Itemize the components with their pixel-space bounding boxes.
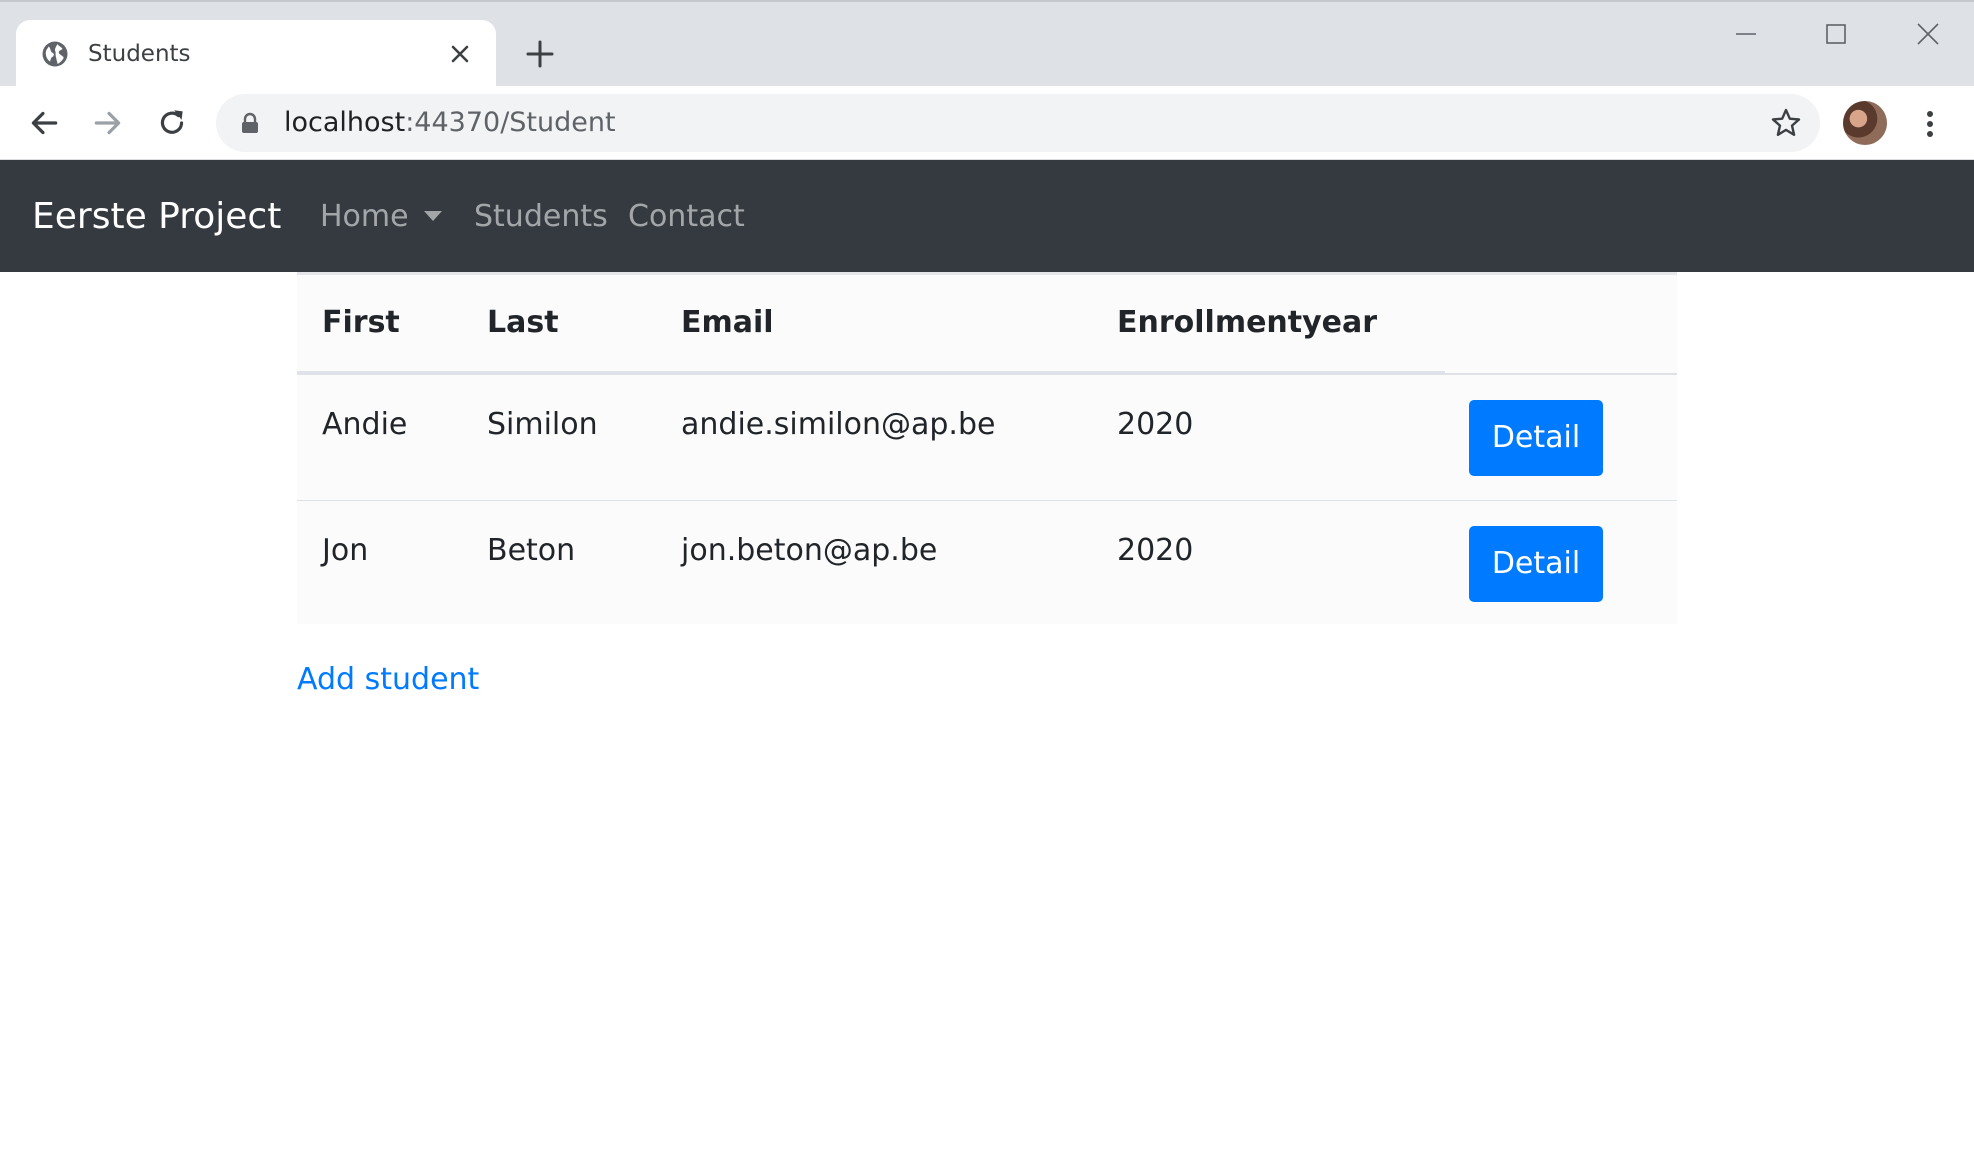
cell-last: Beton (487, 533, 576, 568)
table-row: Andie Similon andie.similon@ap.be 2020 D… (297, 375, 1677, 501)
url-text[interactable]: localhost:44370/Student (284, 107, 616, 139)
browser-tab[interactable]: Students (16, 20, 496, 88)
table-header-row: First Last Email Enrollmentyear (297, 275, 1677, 375)
minimize-icon[interactable] (1732, 20, 1760, 48)
window-close-icon[interactable] (1914, 20, 1942, 48)
cell-first: Andie (322, 407, 408, 442)
address-bar[interactable]: localhost:44370/Student (216, 94, 1820, 152)
cell-enrollmentyear: 2020 (1117, 407, 1194, 442)
maximize-icon[interactable] (1822, 20, 1850, 48)
site-navbar: Eerste Project Home Students Contact (0, 160, 1974, 272)
nav-link-students[interactable]: Students (474, 198, 608, 236)
arrow-right-icon[interactable] (91, 106, 125, 140)
detail-button[interactable]: Detail (1469, 400, 1603, 476)
navbar-brand[interactable]: Eerste Project (32, 195, 281, 239)
tab-title: Students (88, 41, 191, 67)
header-enrollmentyear: Enrollmentyear (1117, 305, 1378, 340)
add-student-link[interactable]: Add student (297, 660, 479, 700)
header-first: First (322, 305, 400, 340)
globe-icon (42, 41, 68, 67)
browser-tabstrip: Students (0, 0, 1974, 88)
chevron-down-icon[interactable] (424, 211, 442, 221)
arrow-left-icon[interactable] (27, 106, 61, 140)
students-table: First Last Email Enrollmentyear Andie Si… (297, 272, 1677, 624)
table-row: Jon Beton jon.beton@ap.be 2020 Detail (297, 501, 1677, 627)
nav-link-home[interactable]: Home (320, 198, 409, 236)
detail-button[interactable]: Detail (1469, 526, 1603, 602)
cell-first: Jon (322, 533, 369, 568)
cell-email: andie.similon@ap.be (681, 407, 996, 442)
header-email: Email (681, 305, 774, 340)
star-icon[interactable] (1770, 107, 1802, 139)
reload-icon[interactable] (155, 106, 189, 140)
url-host: localhost (284, 107, 406, 138)
header-last: Last (487, 305, 559, 340)
url-path: :44370/Student (405, 107, 616, 138)
nav-link-contact[interactable]: Contact (628, 198, 745, 236)
cell-email: jon.beton@ap.be (681, 533, 938, 568)
browser-toolbar: localhost:44370/Student (0, 86, 1974, 160)
plus-icon[interactable] (524, 38, 556, 70)
profile-avatar[interactable] (1843, 101, 1887, 145)
cell-enrollmentyear: 2020 (1117, 533, 1194, 568)
close-icon[interactable] (448, 42, 472, 66)
more-vert-icon[interactable] (1918, 108, 1942, 140)
lock-icon[interactable] (240, 112, 260, 134)
cell-last: Similon (487, 407, 598, 442)
